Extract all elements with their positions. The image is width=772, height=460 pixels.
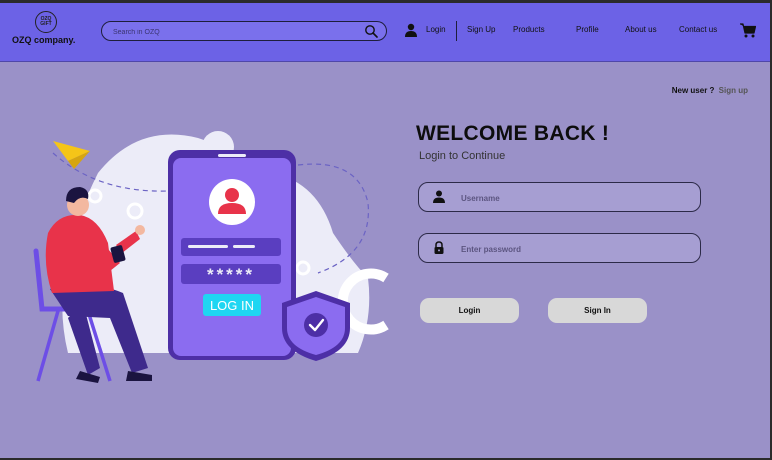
search-icon[interactable] xyxy=(364,24,378,38)
username-input[interactable] xyxy=(459,189,683,207)
nav-login[interactable]: Login xyxy=(426,25,446,34)
nav-signup[interactable]: Sign Up xyxy=(467,25,495,34)
user-icon[interactable] xyxy=(404,23,418,37)
nav-divider xyxy=(456,21,457,41)
phone-illustration: ***** LOG IN xyxy=(168,150,296,360)
nav-about[interactable]: About us xyxy=(625,25,657,34)
login-illustration: ***** LOG IN xyxy=(33,131,389,383)
username-field xyxy=(418,182,701,212)
paper-plane-icon xyxy=(53,141,90,169)
nav-products[interactable]: Products xyxy=(513,25,545,34)
password-input[interactable] xyxy=(459,240,683,258)
new-user-text: New user ? xyxy=(671,86,715,95)
phone-password-mask: ***** xyxy=(207,265,255,284)
nav-profile[interactable]: Profile xyxy=(576,25,599,34)
page-subtitle: Login to Continue xyxy=(419,150,506,162)
logo-mark-text: OZQ GIFT xyxy=(40,16,52,27)
signup-link[interactable]: Sign up xyxy=(719,86,748,95)
logo-mark: OZQ GIFT xyxy=(35,11,57,33)
signin-button[interactable]: Sign In xyxy=(548,298,647,323)
app-frame: OZQ GIFT OZQ company. Login Sign Up Prod… xyxy=(0,3,770,458)
page-title: WELCOME BACK ! xyxy=(416,122,610,145)
top-navbar: OZQ GIFT OZQ company. Login Sign Up Prod… xyxy=(0,3,770,62)
brand-logo[interactable]: OZQ GIFT OZQ company. xyxy=(12,11,82,51)
cart-icon[interactable] xyxy=(740,23,756,38)
phone-login-label: LOG IN xyxy=(210,298,254,313)
password-field xyxy=(418,233,701,263)
login-button[interactable]: Login xyxy=(420,298,519,323)
new-user-prompt: New user ? Sign up xyxy=(672,86,748,95)
search-bar xyxy=(101,21,387,41)
logo-text: OZQ company. xyxy=(12,35,76,45)
nav-contact[interactable]: Contact us xyxy=(679,25,717,34)
user-icon xyxy=(433,190,445,203)
search-input[interactable] xyxy=(111,24,355,40)
lock-icon xyxy=(434,241,444,254)
